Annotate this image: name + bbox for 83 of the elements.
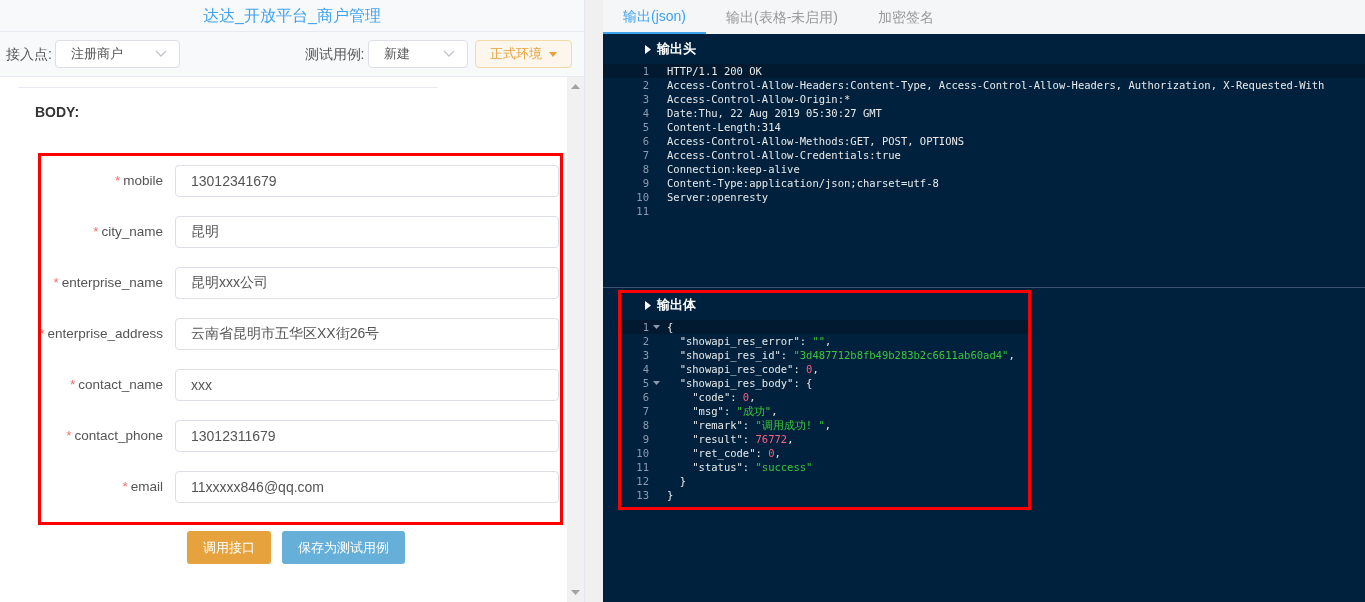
line-number: 5 (641, 376, 650, 390)
input-field[interactable]: xxx (175, 369, 559, 401)
input-field[interactable]: 昆明 (175, 216, 559, 248)
section-label: BODY: (35, 103, 81, 122)
code-line: "showapi_res_error": "", (678, 334, 832, 348)
field-label: enterprise_address (47, 325, 163, 343)
code-line: Access-Control-Allow-Credentials:true (667, 148, 901, 162)
field-label: email (130, 478, 163, 496)
section-title: 输出头 (657, 40, 696, 59)
line-number: 2 (641, 334, 650, 348)
code-line: Connection:keep-alive (667, 162, 800, 176)
required-asterisk: * (69, 376, 76, 394)
field-label: 接入点: (6, 44, 52, 64)
required-asterisk: * (122, 478, 128, 496)
line-number: 6 (641, 134, 650, 148)
dropdown-select[interactable]: 注册商户 (55, 40, 181, 68)
code-line: "remark": "调用成功! ", (691, 418, 832, 432)
code-line: Date:Thu, 22 Aug 2019 05:30:27 GMT (667, 106, 882, 120)
line-number: 3 (641, 92, 650, 106)
code-line: Content-Length:314 (667, 120, 781, 134)
code-line: { (667, 320, 674, 334)
code-line: "result": 76772, (691, 432, 794, 446)
line-number: 10 (635, 190, 650, 204)
line-number: 9 (641, 176, 650, 190)
input-field[interactable]: 13012311679 (175, 420, 559, 452)
scrollbar[interactable] (567, 77, 584, 602)
field-label: city_name (101, 223, 163, 241)
line-number: 7 (641, 148, 650, 162)
code-line: Access-Control-Allow-Origin:* (667, 92, 851, 106)
required-asterisk: * (53, 274, 59, 292)
chevron-down-icon (443, 50, 455, 58)
line-number: 8 (641, 418, 650, 432)
input-field[interactable]: 13012341679 (175, 165, 559, 197)
code-line: Server:openresty (667, 190, 769, 204)
code-line: "status": "success" (691, 460, 813, 474)
code-line: Content-Type:application/json;charset=utf-8 (667, 176, 939, 190)
code-line: "msg": "成功", (691, 404, 778, 418)
line-number: 8 (641, 162, 650, 176)
caret-right-icon (645, 44, 651, 54)
line-number: 11 (635, 460, 650, 474)
caret-down-icon (549, 51, 557, 57)
scroll-down-arrow-icon[interactable] (571, 590, 580, 595)
code-line: "showapi_res_id": "3d487712b8fb49b283b2c6611ab60ad4", (678, 348, 1015, 362)
line-number: 5 (641, 120, 650, 134)
input-field[interactable]: 云南省昆明市五华区XX街26号 (175, 318, 559, 350)
field-label: 测试用例: (304, 44, 365, 64)
code-line: Access-Control-Allow-Headers:Content-Type, Access-Control-Allow-Headers, Authorization, X-Requested-With (667, 78, 1325, 92)
line-number: 13 (635, 488, 650, 502)
code-line: } (667, 488, 674, 502)
line-number: 4 (641, 362, 650, 376)
scroll-up-arrow-icon[interactable] (571, 84, 580, 89)
line-number: 12 (635, 474, 650, 488)
code-line: "showapi_res_body": { (678, 376, 813, 390)
code-line: HTTP/1.1 200 OK (667, 64, 762, 78)
field-label: mobile (123, 172, 163, 190)
line-number: 1 (641, 64, 650, 78)
input-field[interactable]: 11xxxxx846@qq.com (175, 471, 559, 503)
app-title: 达达_开放平台_商户管理 (203, 5, 381, 26)
line-number: 4 (641, 106, 650, 120)
required-asterisk: * (114, 172, 121, 190)
required-asterisk: * (93, 223, 99, 241)
code-line: "showapi_res_code": 0, (678, 362, 819, 376)
section-title: 输出体 (657, 296, 696, 315)
field-label: contact_name (78, 376, 163, 394)
line-number: 7 (641, 404, 650, 418)
line-number: 9 (641, 432, 650, 446)
chevron-down-icon (155, 50, 168, 58)
line-number: 2 (641, 78, 650, 92)
input-field[interactable]: 昆明xxx公司 (175, 267, 559, 299)
caret-right-icon (645, 300, 651, 310)
field-label: contact_phone (74, 427, 163, 445)
line-number: 1 (641, 320, 650, 334)
code-line: "ret_code": 0, (691, 446, 781, 460)
field-label: enterprise_name (61, 274, 163, 292)
line-number: 11 (635, 204, 650, 218)
required-asterisk: * (66, 427, 72, 445)
code-line: "code": 0, (691, 390, 756, 404)
code-line: } (678, 474, 686, 488)
line-number: 10 (635, 446, 650, 460)
code-line: Access-Control-Allow-Methods:GET, POST, OPTIONS (667, 134, 965, 148)
line-number: 3 (641, 348, 650, 362)
dropdown-select[interactable]: 新建 (368, 40, 468, 68)
line-number: 6 (641, 390, 650, 404)
